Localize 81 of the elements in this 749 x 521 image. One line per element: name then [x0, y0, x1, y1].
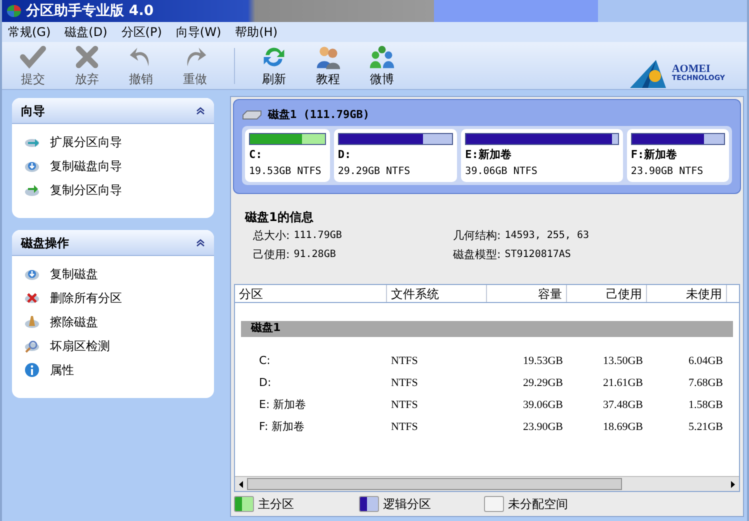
- table-cell-text: 39.06GB: [522, 398, 564, 414]
- partition-size: 39.06GB NTFS: [465, 164, 538, 178]
- sidebar-link[interactable]: 复制磁盘: [50, 265, 98, 283]
- table-cell-text: 23.90GB: [522, 420, 564, 436]
- disk-cross-icon: [24, 290, 40, 306]
- info-value: 91.28GB: [294, 248, 336, 262]
- toolbar-button[interactable]: 教程: [301, 44, 355, 88]
- table-cell-text: E: 新加卷: [258, 397, 308, 414]
- table-cell-text: 7.68GB: [687, 376, 724, 392]
- app-icon: [6, 4, 22, 18]
- group-header: 磁盘1: [241, 320, 733, 336]
- toolbar-button[interactable]: 微博: [355, 44, 409, 88]
- panel-title: 磁盘操作: [21, 234, 69, 252]
- check-icon: [19, 44, 47, 70]
- sidebar-link[interactable]: 坏扇区检测: [50, 337, 110, 355]
- partition-name: F:新加卷: [630, 147, 678, 163]
- collapse-chevron-icon[interactable]: [196, 238, 205, 246]
- table-cell-text: NTFS: [390, 398, 419, 414]
- sidebar-link[interactable]: 复制磁盘向导: [50, 157, 122, 175]
- menu-item[interactable]: 向导(W): [176, 23, 222, 41]
- table-cell-text: 21.61GB: [602, 376, 644, 392]
- partition-size: 19.53GB NTFS: [249, 164, 322, 178]
- logo-name: AOMEI: [672, 64, 712, 74]
- partition-card[interactable]: E:新加卷 39.06GB NTFS: [461, 129, 623, 182]
- partition-name: D:: [338, 147, 352, 163]
- table-cell-text: NTFS: [390, 420, 419, 436]
- table-cell-text: D:: [258, 375, 272, 392]
- scrollbar-thumb[interactable]: [247, 478, 622, 490]
- table-cell-text: 13.50GB: [602, 354, 644, 370]
- sidebar-link[interactable]: 删除所有分区: [50, 289, 122, 307]
- info-icon: [24, 362, 40, 378]
- legend-label: 主分区: [258, 496, 294, 513]
- table-cell-text: 29.29GB: [522, 376, 564, 392]
- disk-magnifier-icon: [24, 338, 40, 354]
- partition-size: 29.29GB NTFS: [338, 164, 412, 178]
- toolbar-button[interactable]: 刷新: [247, 44, 301, 88]
- table-cell-text: 6.04GB: [687, 354, 724, 370]
- info-value: ST9120817AS: [504, 248, 571, 262]
- info-label: 几何结构:: [453, 228, 501, 244]
- sidebar-link[interactable]: 属性: [50, 361, 74, 379]
- panel-title: 向导: [21, 102, 45, 120]
- table-cell-text: 37.48GB: [602, 398, 644, 414]
- partition-name: C:: [249, 147, 264, 163]
- table-cell-text: 1.58GB: [687, 398, 724, 414]
- info-label: 磁盘模型:: [453, 247, 501, 263]
- menu-item[interactable]: 常规(G): [8, 23, 51, 41]
- partition-size: 23.90GB NTFS: [630, 164, 704, 178]
- menu-item[interactable]: 帮助(H): [235, 23, 278, 41]
- table-cell-text: NTFS: [390, 354, 419, 370]
- hard-drive-icon: [242, 110, 262, 120]
- partition-card[interactable]: C: 19.53GB NTFS: [245, 129, 330, 182]
- sidebar-link[interactable]: 擦除磁盘: [50, 313, 98, 331]
- table-cell-text: F: 新加卷: [258, 419, 306, 436]
- legend-label: 逻辑分区: [383, 496, 431, 513]
- info-value: 14593, 255, 63: [504, 228, 590, 242]
- partition-card[interactable]: D: 29.29GB NTFS: [334, 129, 458, 182]
- sidebar-link[interactable]: 复制分区向导: [50, 181, 122, 199]
- cross-icon: [73, 44, 101, 70]
- table-cell-text: 5.21GB: [687, 420, 724, 436]
- disk-title: 磁盘1 (111.79GB): [268, 106, 370, 123]
- menu-item[interactable]: 磁盘(D): [64, 23, 108, 41]
- info-value: 111.79GB: [294, 228, 342, 242]
- menu-item[interactable]: 分区(P): [121, 23, 162, 41]
- table-cell-text: C:: [258, 353, 272, 370]
- sidebar-link[interactable]: 扩展分区向导: [50, 133, 122, 151]
- legend-label: 未分配空间: [508, 496, 568, 513]
- collapse-chevron-icon[interactable]: [196, 106, 205, 114]
- info-label: 总大小:: [253, 228, 290, 244]
- disk-brush-icon: [24, 314, 40, 330]
- logo-icon: [628, 58, 668, 88]
- disk-arrow-icon: [24, 182, 40, 198]
- table-cell-text: NTFS: [390, 376, 419, 392]
- partition-name: E:新加卷: [465, 147, 512, 163]
- info-title: 磁盘1的信息: [245, 208, 314, 226]
- table-cell-text: 18.69GB: [602, 420, 644, 436]
- horizontal-scrollbar[interactable]: [235, 476, 739, 491]
- info-label: 己使用:: [253, 247, 290, 263]
- partition-card[interactable]: F:新加卷 23.90GB NTFS: [626, 129, 729, 182]
- table-cell-text: 19.53GB: [522, 354, 564, 370]
- window-title: 分区助手专业版 4.0: [26, 2, 154, 20]
- people-icon: [368, 44, 396, 70]
